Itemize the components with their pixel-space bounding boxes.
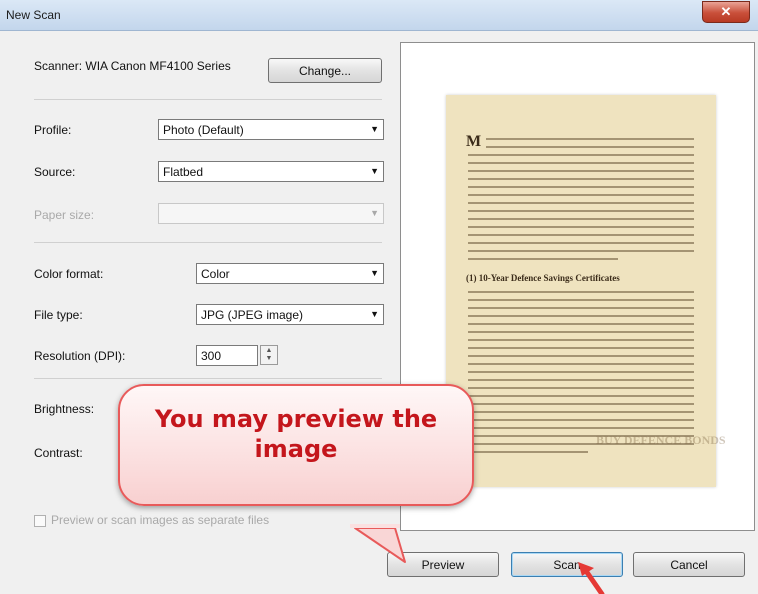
callout-line-2: image (254, 435, 338, 463)
red-arrow-icon (578, 562, 605, 594)
callout-line-1: You may preview the (154, 405, 438, 433)
callout-text: You may preview the image (120, 404, 472, 464)
callout-bubble: You may preview the image (118, 384, 474, 506)
